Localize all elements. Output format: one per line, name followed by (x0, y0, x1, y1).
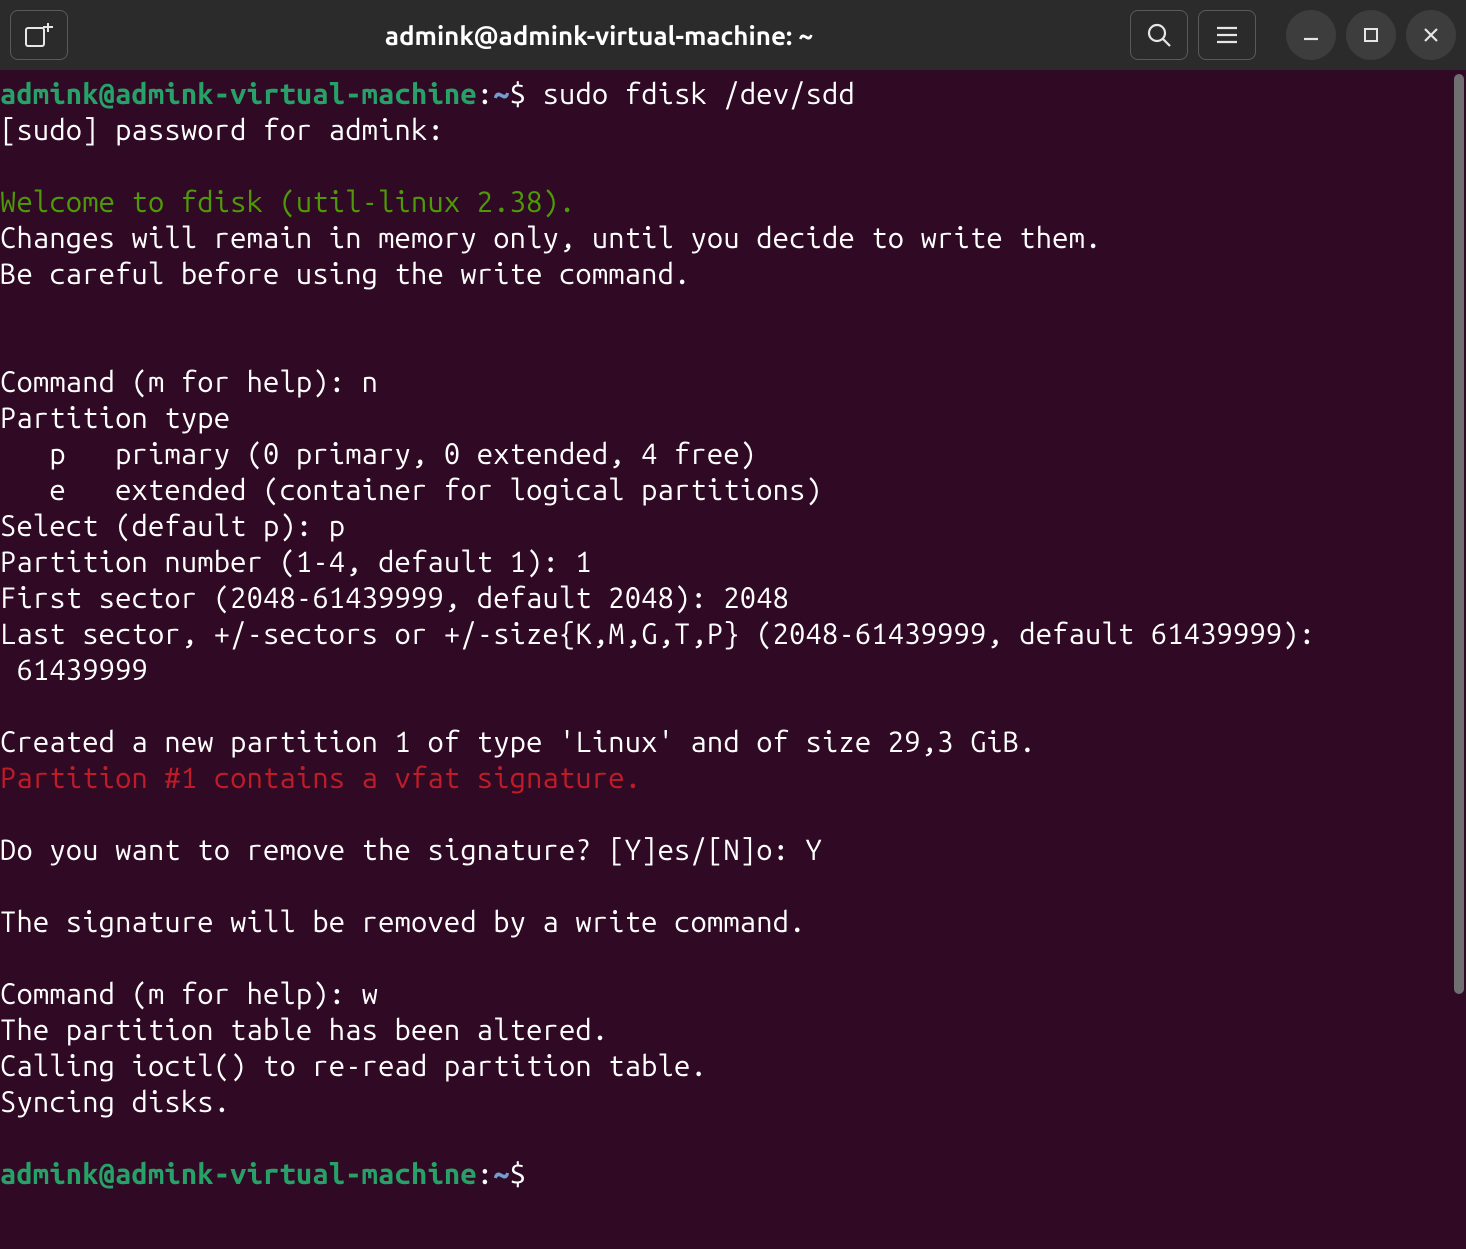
prompt-dollar: $ (510, 1158, 526, 1190)
close-icon (1421, 25, 1441, 45)
output-line: Created a new partition 1 of type 'Linux… (0, 726, 1036, 758)
output-line: Last sector, +/-sectors or +/-size{K,M,G… (0, 618, 1315, 650)
command-text: sudo fdisk /dev/sdd (543, 78, 855, 110)
output-line: e extended (container for logical partit… (0, 474, 822, 506)
terminal-window: admink@admink-virtual-machine: ~ (0, 0, 1466, 1249)
output-line-warning: Partition #1 contains a vfat signature. (0, 762, 641, 794)
output-line: Command (m for help): w (0, 978, 378, 1010)
new-tab-icon (25, 23, 53, 47)
output-line: Command (m for help): n (0, 366, 378, 398)
close-button[interactable] (1406, 10, 1456, 60)
prompt-cwd: ~ (493, 1158, 509, 1190)
output-line: Calling ioctl() to re-read partition tab… (0, 1050, 707, 1082)
output-line: Syncing disks. (0, 1086, 230, 1118)
window-title: admink@admink-virtual-machine: ~ (78, 21, 1120, 50)
menu-button[interactable] (1198, 10, 1256, 60)
prompt-user-host: admink@admink-virtual-machine (0, 78, 477, 110)
terminal-body: admink@admink-virtual-machine:~$ sudo fd… (0, 70, 1466, 1249)
search-icon (1146, 22, 1172, 48)
prompt-colon: : (477, 1158, 493, 1190)
output-line: 61439999 (0, 654, 148, 686)
output-line: The signature will be removed by a write… (0, 906, 806, 938)
search-button[interactable] (1130, 10, 1188, 60)
output-line: [sudo] password for admink: (0, 114, 460, 146)
output-line: Be careful before using the write comman… (0, 258, 690, 290)
output-line: The partition table has been altered. (0, 1014, 608, 1046)
prompt-cwd: ~ (493, 78, 509, 110)
output-line: Changes will remain in memory only, unti… (0, 222, 1101, 254)
maximize-button[interactable] (1346, 10, 1396, 60)
output-line: Select (default p): p (0, 510, 345, 542)
minimize-icon (1301, 25, 1321, 45)
scrollbar[interactable] (1452, 70, 1466, 1249)
new-tab-button[interactable] (10, 10, 68, 60)
hamburger-icon (1215, 23, 1239, 47)
titlebar: admink@admink-virtual-machine: ~ (0, 0, 1466, 70)
output-line: Partition type (0, 402, 230, 434)
scrollbar-thumb[interactable] (1454, 74, 1464, 994)
prompt-user-host: admink@admink-virtual-machine (0, 1158, 477, 1190)
terminal-output[interactable]: admink@admink-virtual-machine:~$ sudo fd… (0, 70, 1452, 1249)
output-line: Partition number (1-4, default 1): 1 (0, 546, 592, 578)
minimize-button[interactable] (1286, 10, 1336, 60)
output-line: Do you want to remove the signature? [Y]… (0, 834, 822, 866)
prompt-colon: : (477, 78, 493, 110)
output-line: Welcome to fdisk (util-linux 2.38). (0, 186, 575, 218)
output-line: First sector (2048-61439999, default 204… (0, 582, 789, 614)
prompt-dollar: $ (510, 78, 526, 110)
output-line: p primary (0 primary, 0 extended, 4 free… (0, 438, 756, 470)
maximize-icon (1362, 26, 1380, 44)
